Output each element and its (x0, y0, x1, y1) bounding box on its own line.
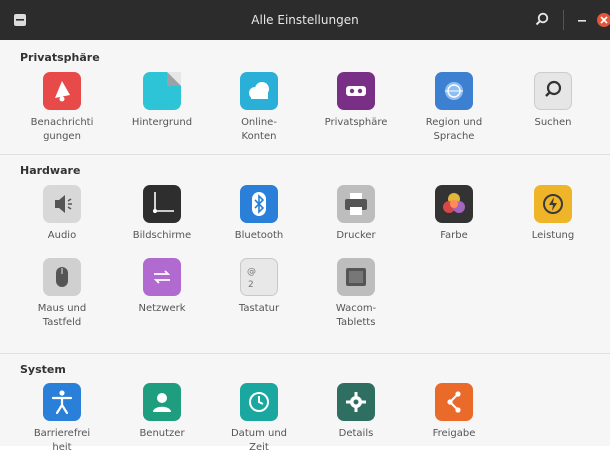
speaker-icon (43, 185, 81, 223)
setting-hintergrund[interactable]: Hintergrund (116, 72, 208, 130)
header-bar: Alle Einstellungen (0, 0, 610, 40)
tablet-icon (337, 258, 375, 296)
setting-label: Tastatur (238, 303, 280, 314)
setting-online-konten[interactable]: Online- Konten (213, 72, 305, 144)
setting-label: Drucker (336, 230, 376, 241)
section-title-system: System (20, 363, 66, 376)
power-icon (534, 185, 572, 223)
setting-audio[interactable]: Audio (16, 185, 108, 243)
setting-details[interactable]: Details (310, 383, 402, 441)
setting-benachrichtigungen[interactable]: Benachrichti gungen (16, 72, 108, 144)
section-divider (0, 154, 610, 155)
setting-label: Freigabe (432, 428, 476, 439)
setting-label: Details (338, 428, 374, 439)
section-title-privatsphaere: Privatsphäre (20, 51, 100, 64)
keyboard-icon: @2 (240, 258, 278, 296)
mouse-icon (43, 258, 81, 296)
wallpaper-icon (143, 72, 181, 110)
setting-label: Hintergrund (131, 117, 193, 128)
setting-label: Suchen (534, 117, 572, 128)
setting-tastatur[interactable]: @2 Tastatur (213, 258, 305, 316)
setting-label: Online- Konten (241, 117, 277, 142)
setting-bluetooth[interactable]: Bluetooth (213, 185, 305, 243)
setting-region-und-sprache[interactable]: Region und Sprache (408, 72, 500, 144)
section-divider (0, 353, 610, 354)
setting-label: Privatsphäre (324, 117, 388, 128)
printer-icon (337, 185, 375, 223)
setting-leistung[interactable]: Leistung (507, 185, 599, 243)
setting-label: Benutzer (139, 428, 185, 439)
setting-privatsphaere[interactable]: Privatsphäre (310, 72, 402, 130)
minimize-icon[interactable] (572, 10, 592, 30)
setting-label: Barrierefrei heit (33, 428, 91, 453)
setting-drucker[interactable]: Drucker (310, 185, 402, 243)
setting-freigabe[interactable]: Freigabe (408, 383, 500, 441)
clock-icon (240, 383, 278, 421)
bluetooth-icon (240, 185, 278, 223)
svg-text:2: 2 (248, 280, 254, 290)
setting-maus-und-tastfeld[interactable]: Maus und Tastfeld (16, 258, 108, 330)
settings-panel: Privatsphäre Benachrichti gungen Hinterg… (0, 40, 610, 453)
setting-barrierefreiheit[interactable]: Barrierefrei heit (16, 383, 108, 455)
setting-datum-und-zeit[interactable]: Datum und Zeit (213, 383, 305, 455)
globe-icon (435, 72, 473, 110)
setting-label: Region und Sprache (425, 117, 483, 142)
setting-farbe[interactable]: Farbe (408, 185, 500, 243)
setting-label: Wacom- Tabletts (335, 303, 377, 328)
setting-suchen[interactable]: Suchen (507, 72, 599, 130)
setting-label: Leistung (531, 230, 575, 241)
search-icon (534, 72, 572, 110)
setting-label: Maus und Tastfeld (37, 303, 87, 328)
setting-label: Bluetooth (234, 230, 284, 241)
setting-label: Bildschirme (132, 230, 192, 241)
search-icon[interactable] (532, 10, 552, 30)
setting-label: Audio (47, 230, 77, 241)
gear-icon (337, 383, 375, 421)
close-icon[interactable] (594, 10, 610, 30)
user-icon (143, 383, 181, 421)
network-icon (143, 258, 181, 296)
color-icon (435, 185, 473, 223)
setting-benutzer[interactable]: Benutzer (116, 383, 208, 441)
display-icon (143, 185, 181, 223)
setting-netzwerk[interactable]: Netzwerk (116, 258, 208, 316)
setting-bildschirme[interactable]: Bildschirme (116, 185, 208, 243)
setting-wacom-tabletts[interactable]: Wacom- Tabletts (310, 258, 402, 330)
share-icon (435, 383, 473, 421)
setting-label: Farbe (440, 230, 468, 241)
header-separator (563, 10, 564, 30)
setting-label: Benachrichti gungen (30, 117, 94, 142)
window-title: Alle Einstellungen (251, 13, 359, 27)
svg-text:@: @ (247, 267, 256, 277)
setting-label: Datum und Zeit (230, 428, 288, 453)
bell-icon (43, 72, 81, 110)
section-title-hardware: Hardware (20, 164, 81, 177)
setting-label: Netzwerk (138, 303, 186, 314)
accessibility-icon (43, 383, 81, 421)
cloud-icon (240, 72, 278, 110)
mask-icon (337, 72, 375, 110)
